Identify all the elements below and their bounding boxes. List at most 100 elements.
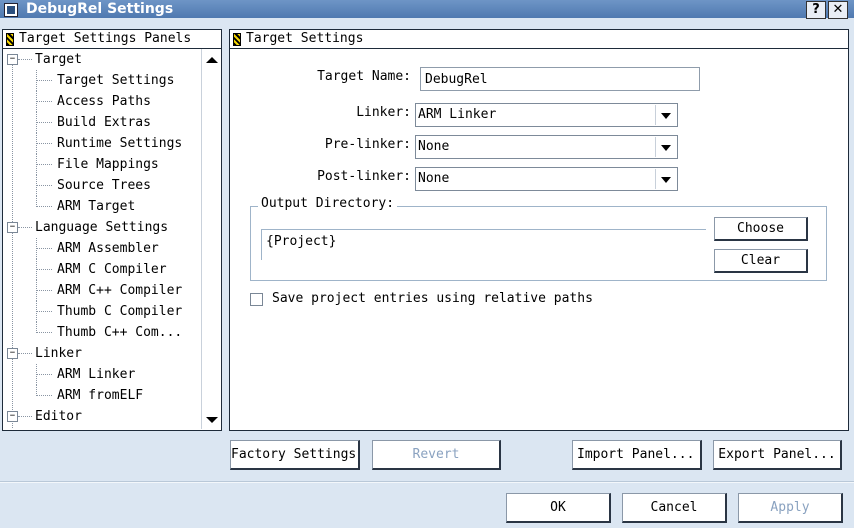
tree-leaf-item[interactable]: ARM fromELF xyxy=(57,385,143,406)
tree-connector xyxy=(36,133,37,154)
tree-connector xyxy=(36,248,52,249)
window-title: DebugRel Settings xyxy=(26,1,174,17)
tree-leaf-item[interactable]: Build Extras xyxy=(57,112,151,133)
tree-connector xyxy=(36,374,52,375)
tree-connector xyxy=(36,259,37,280)
app-icon xyxy=(4,3,18,17)
tree-connector xyxy=(36,269,52,270)
tree-connector xyxy=(36,80,52,81)
tree-connector xyxy=(36,395,52,396)
tree-leaf-item[interactable]: Target Settings xyxy=(57,70,174,91)
tree-connector xyxy=(36,196,37,207)
tree-leaf-item[interactable]: Runtime Settings xyxy=(57,133,182,154)
linker-label: Linker: xyxy=(356,105,411,120)
relative-paths-label: Save project entries using relative path… xyxy=(272,291,593,306)
tree-group-item[interactable]: Editor xyxy=(35,406,82,427)
collapse-icon[interactable]: − xyxy=(7,222,18,233)
tree-connector xyxy=(36,301,37,322)
tree-connector xyxy=(36,322,37,333)
help-button[interactable]: ? xyxy=(806,1,826,19)
revert-button[interactable]: Revert xyxy=(372,440,501,470)
panels-tree-panel: Target Settings Panels − Target Target Set… xyxy=(2,29,222,431)
tree-leaf-item[interactable]: ARM Assembler xyxy=(57,238,159,259)
target-settings-panel: Target Settings Target Name: DebugRel Li… xyxy=(229,29,849,431)
chevron-down-icon[interactable] xyxy=(655,105,676,125)
tree-leaf-item[interactable]: ARM Target xyxy=(57,196,135,217)
tree-connector xyxy=(36,101,52,102)
tree-connector xyxy=(36,290,52,291)
tree-connector xyxy=(36,332,52,333)
prelinker-label: Pre-linker: xyxy=(324,137,411,152)
import-panel-button[interactable]: Import Panel... xyxy=(572,440,702,470)
tree-connector xyxy=(12,64,13,429)
tree-connector xyxy=(18,59,32,60)
prelinker-select-value: None xyxy=(418,139,450,154)
panel-header-icon xyxy=(6,33,14,46)
output-directory-label: Output Directory: xyxy=(258,196,398,211)
tree-leaf-item[interactable]: Thumb C Compiler xyxy=(57,301,182,322)
tree-connector xyxy=(36,238,37,259)
postlinker-select-value: None xyxy=(418,171,450,186)
scroll-down-icon[interactable] xyxy=(206,417,218,423)
apply-button[interactable]: Apply xyxy=(738,493,843,523)
tree-connector xyxy=(36,364,37,385)
export-panel-button[interactable]: Export Panel... xyxy=(713,440,842,470)
close-icon[interactable]: ✕ xyxy=(828,1,848,19)
factory-settings-button[interactable]: Factory Settings xyxy=(230,440,360,470)
tree-leaf-item[interactable]: Source Trees xyxy=(57,175,151,196)
target-name-label: Target Name: xyxy=(317,69,411,84)
tree-group-item[interactable]: Target xyxy=(35,49,82,70)
tree-leaf-item[interactable]: Thumb C++ Com... xyxy=(57,322,182,343)
prelinker-select[interactable]: None xyxy=(415,135,678,159)
collapse-icon[interactable]: − xyxy=(7,54,18,65)
tree-connector xyxy=(36,385,37,396)
tree-connector xyxy=(36,70,37,91)
tree-leaf-item[interactable]: ARM C Compiler xyxy=(57,259,167,280)
linker-select-value: ARM Linker xyxy=(418,107,497,122)
output-directory-group: Output Directory: {Project} Choose Clear xyxy=(250,196,827,281)
title-bar: DebugRel Settings ? ✕ xyxy=(0,0,854,19)
collapse-icon[interactable]: − xyxy=(7,348,18,359)
tree-leaf-item[interactable]: ARM C++ Compiler xyxy=(57,280,182,301)
tree-connector xyxy=(36,175,37,196)
postlinker-label: Post-linker: xyxy=(317,169,411,184)
tree-connector xyxy=(36,311,52,312)
linker-select[interactable]: ARM Linker xyxy=(415,103,678,127)
tree-connector xyxy=(36,112,37,133)
tree-connector xyxy=(18,416,32,417)
tree-connector xyxy=(36,280,37,301)
settings-tree: − Target Target Settings Access Paths Build … xyxy=(3,49,199,429)
clear-button[interactable]: Clear xyxy=(714,249,808,273)
collapse-icon[interactable]: − xyxy=(7,411,18,422)
cancel-button[interactable]: Cancel xyxy=(622,493,727,523)
tree-leaf-item[interactable]: Access Paths xyxy=(57,91,151,112)
scroll-up-icon[interactable] xyxy=(206,57,218,63)
choose-button[interactable]: Choose xyxy=(714,217,808,241)
tree-scrollbar[interactable] xyxy=(201,49,220,429)
target-settings-title: Target Settings xyxy=(246,31,364,46)
tree-leaf-item[interactable]: ARM Linker xyxy=(57,364,135,385)
chevron-down-icon[interactable] xyxy=(655,169,676,189)
tree-group-item[interactable]: Linker xyxy=(35,343,82,364)
tree-connector xyxy=(36,91,37,112)
target-settings-header: Target Settings xyxy=(230,30,848,49)
footer-separator xyxy=(0,481,854,483)
output-directory-field[interactable]: {Project} xyxy=(261,229,706,260)
target-name-field[interactable]: DebugRel xyxy=(420,67,700,91)
postlinker-select[interactable]: None xyxy=(415,167,678,191)
output-directory-value: {Project} xyxy=(266,234,337,249)
tree-leaf-item[interactable]: File Mappings xyxy=(57,154,159,175)
panels-tree-header: Target Settings Panels xyxy=(3,30,221,49)
tree-connector xyxy=(36,206,52,207)
tree-connector xyxy=(36,143,52,144)
ok-button[interactable]: OK xyxy=(506,493,611,523)
panel-header-icon xyxy=(233,33,241,46)
tree-connector xyxy=(36,154,37,175)
relative-paths-checkbox[interactable] xyxy=(250,293,263,306)
chevron-down-icon[interactable] xyxy=(655,137,676,157)
tree-connector xyxy=(18,227,32,228)
tree-connector xyxy=(18,353,32,354)
panels-tree-title: Target Settings Panels xyxy=(19,31,192,46)
tree-group-item[interactable]: Language Settings xyxy=(35,217,168,238)
tree-connector xyxy=(36,122,52,123)
